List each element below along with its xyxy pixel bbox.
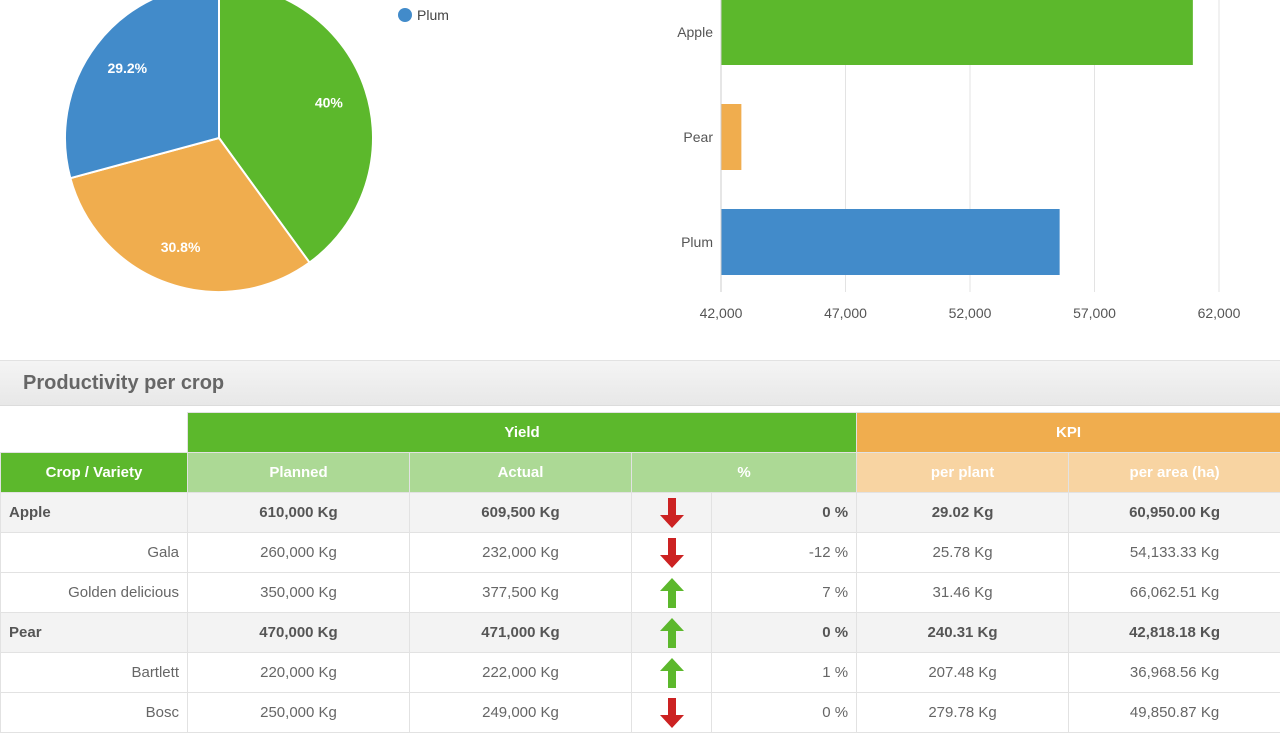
header-planned[interactable]: Planned: [188, 453, 410, 493]
section-title: Productivity per crop: [23, 372, 224, 395]
table-row[interactable]: Bartlett 220,000 Kg 222,000 Kg 1 % 207.4…: [1, 653, 1280, 693]
cell-planned: 260,000 Kg: [188, 533, 410, 573]
header-group-yield: Yield: [188, 413, 857, 453]
x-tick-label: 52,000: [949, 305, 992, 321]
table-row[interactable]: Pear 470,000 Kg 471,000 Kg 0 % 240.31 Kg…: [1, 613, 1280, 653]
cell-per-area: 49,850.87 Kg: [1069, 693, 1280, 733]
x-tick-label: 62,000: [1198, 305, 1241, 321]
pie-label-plum: 29.2%: [107, 60, 147, 76]
pie-legend: Plum: [398, 7, 449, 23]
section-header: Productivity per crop: [0, 360, 1280, 406]
y-category-label: Apple: [677, 24, 713, 40]
cell-per-plant: 279.78 Kg: [857, 693, 1069, 733]
legend-marker-plum: [398, 8, 412, 22]
cell-crop: Gala: [1, 533, 188, 573]
cell-actual: 609,500 Kg: [410, 493, 632, 533]
legend-label-plum: Plum: [417, 7, 449, 23]
cell-per-plant: 29.02 Kg: [857, 493, 1069, 533]
cell-per-plant: 240.31 Kg: [857, 613, 1069, 653]
cell-trend: [632, 573, 712, 613]
header-per-area[interactable]: per area (ha): [1069, 453, 1280, 493]
cell-per-area: 42,818.18 Kg: [1069, 613, 1280, 653]
bar-apple[interactable]: [721, 0, 1193, 65]
x-tick-label: 47,000: [824, 305, 867, 321]
cell-trend: [632, 693, 712, 733]
cell-percent: 0 %: [712, 693, 857, 733]
arrow-up-shape: [660, 618, 684, 648]
cell-planned: 610,000 Kg: [188, 493, 410, 533]
cell-trend: [632, 613, 712, 653]
arrow-down-icon: [659, 497, 685, 529]
cell-crop: Bartlett: [1, 653, 188, 693]
pie-label-pear: 30.8%: [161, 239, 201, 255]
cell-trend: [632, 653, 712, 693]
pie-label-apple: 40%: [315, 94, 344, 110]
cell-per-area: 60,950.00 Kg: [1069, 493, 1280, 533]
header-actual[interactable]: Actual: [410, 453, 632, 493]
y-category-label: Plum: [681, 234, 713, 250]
cell-per-area: 66,062.51 Kg: [1069, 573, 1280, 613]
cell-planned: 470,000 Kg: [188, 613, 410, 653]
arrow-up-shape: [660, 658, 684, 688]
cell-percent: -12 %: [712, 533, 857, 573]
pie-chart: 40% 30.8% 29.2%: [0, 0, 440, 310]
cell-per-plant: 31.46 Kg: [857, 573, 1069, 613]
cell-actual: 471,000 Kg: [410, 613, 632, 653]
cell-crop: Pear: [1, 613, 188, 653]
arrow-up-icon: [659, 657, 685, 689]
cell-percent: 7 %: [712, 573, 857, 613]
cell-planned: 250,000 Kg: [188, 693, 410, 733]
x-tick-label: 42,000: [700, 305, 743, 321]
cell-actual: 249,000 Kg: [410, 693, 632, 733]
arrow-down-icon: [659, 697, 685, 729]
header-per-plant[interactable]: per plant: [857, 453, 1069, 493]
cell-percent: 0 %: [712, 613, 857, 653]
arrow-up-icon: [659, 617, 685, 649]
productivity-table: Yield KPI Crop / Variety Planned Actual …: [0, 412, 1280, 733]
table-row[interactable]: Golden delicious 350,000 Kg 377,500 Kg 7…: [1, 573, 1280, 613]
arrow-up-shape: [660, 578, 684, 608]
cell-percent: 1 %: [712, 653, 857, 693]
cell-actual: 232,000 Kg: [410, 533, 632, 573]
cell-percent: 0 %: [712, 493, 857, 533]
table-row[interactable]: Apple 610,000 Kg 609,500 Kg 0 % 29.02 Kg…: [1, 493, 1280, 533]
header-crop-variety[interactable]: Crop / Variety: [1, 453, 188, 493]
cell-per-plant: 207.48 Kg: [857, 653, 1069, 693]
y-category-label: Pear: [683, 129, 713, 145]
cell-per-area: 54,133.33 Kg: [1069, 533, 1280, 573]
arrow-down-icon: [659, 537, 685, 569]
cell-crop: Apple: [1, 493, 188, 533]
table-row[interactable]: Gala 260,000 Kg 232,000 Kg -12 % 25.78 K…: [1, 533, 1280, 573]
cell-trend: [632, 533, 712, 573]
bar-plum[interactable]: [721, 209, 1060, 275]
cell-actual: 222,000 Kg: [410, 653, 632, 693]
bar-chart: 42,000 47,000 52,000 57,000 62,000 Apple Pear P…: [640, 0, 1280, 340]
cell-per-area: 36,968.56 Kg: [1069, 653, 1280, 693]
arrow-down-shape: [660, 498, 684, 528]
cell-crop: Bosc: [1, 693, 188, 733]
cell-trend: [632, 493, 712, 533]
arrow-down-shape: [660, 698, 684, 728]
x-tick-label: 57,000: [1073, 305, 1116, 321]
header-percent[interactable]: %: [632, 453, 857, 493]
cell-crop: Golden delicious: [1, 573, 188, 613]
cell-planned: 350,000 Kg: [188, 573, 410, 613]
table-row[interactable]: Bosc 250,000 Kg 249,000 Kg 0 % 279.78 Kg…: [1, 693, 1280, 733]
cell-actual: 377,500 Kg: [410, 573, 632, 613]
bar-pear[interactable]: [721, 104, 741, 170]
header-group-kpi: KPI: [857, 413, 1280, 453]
arrow-down-shape: [660, 538, 684, 568]
cell-per-plant: 25.78 Kg: [857, 533, 1069, 573]
arrow-up-icon: [659, 577, 685, 609]
cell-planned: 220,000 Kg: [188, 653, 410, 693]
header-blank: [1, 413, 188, 453]
